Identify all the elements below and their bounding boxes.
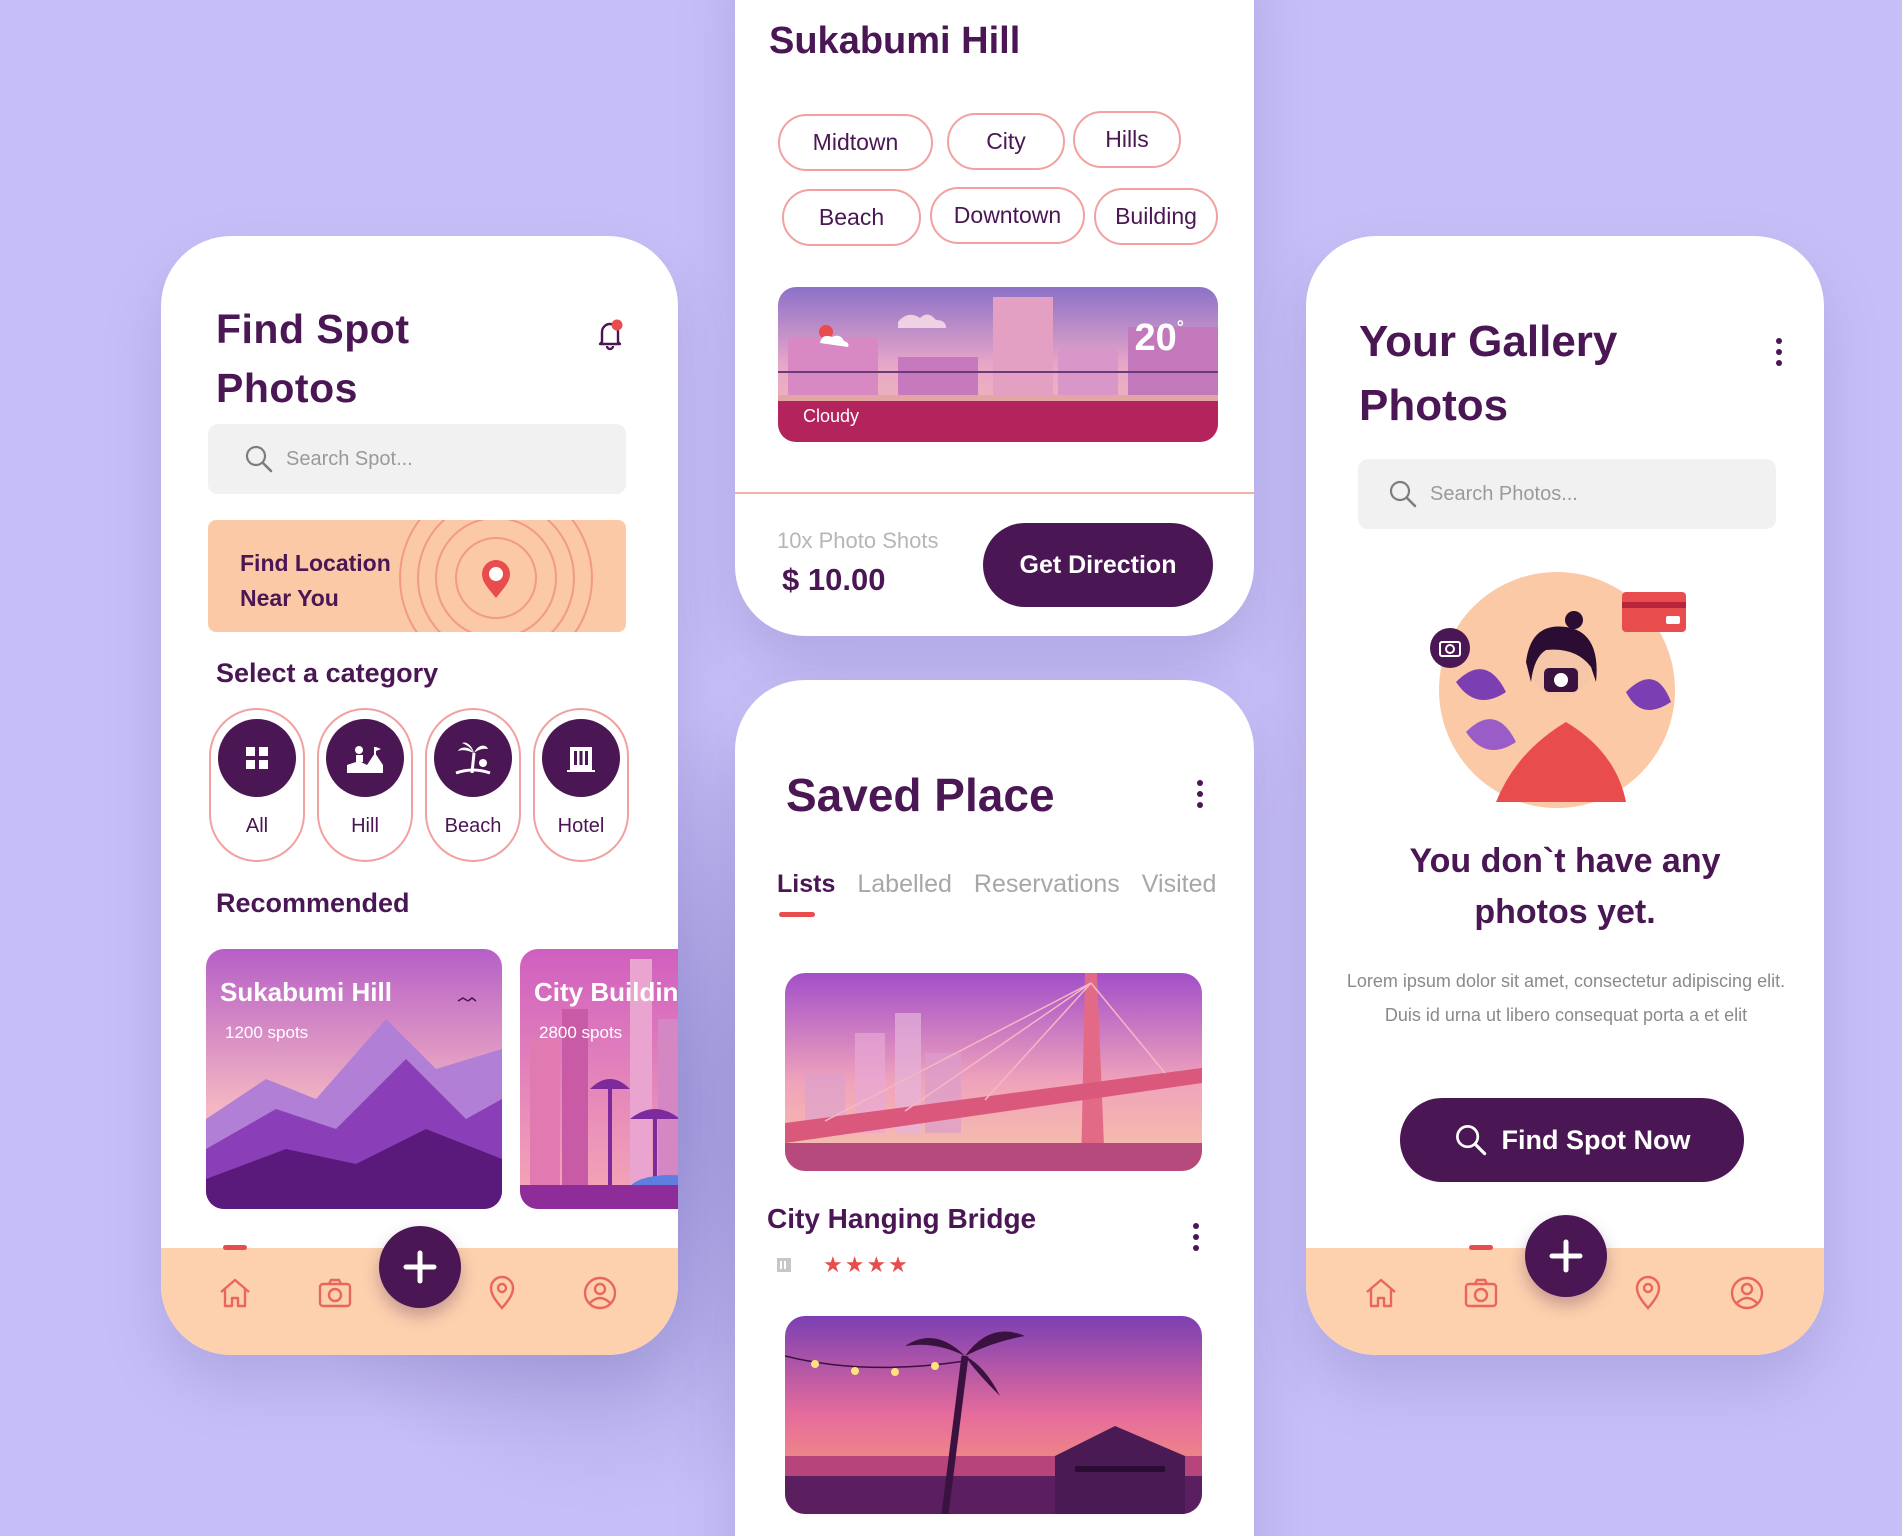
search-input[interactable]: Search Spot... [208, 424, 626, 494]
category-list: All Hill Beach Hotel [209, 708, 629, 862]
tag-chip[interactable]: Midtown [778, 114, 933, 171]
button-label: Find Spot Now [1501, 1124, 1691, 1155]
location-pin-icon[interactable] [1629, 1274, 1667, 1312]
tag-chip[interactable]: Downtown [930, 187, 1085, 244]
recommended-title: Sukabumi Hill [220, 977, 392, 1007]
category-label: Hill [351, 815, 379, 837]
hill-icon [326, 719, 404, 797]
bridge-illustration [785, 973, 1202, 1171]
tag-chip[interactable]: Beach [782, 189, 921, 246]
item-title: City Hanging Bridge [767, 1203, 1037, 1234]
title-line-2: Photos [216, 365, 358, 411]
page-title: Saved Place [786, 769, 1055, 821]
spot-detail-screen: Sukabumi Hill Midtown City Hills Beach D… [735, 0, 1254, 636]
recommended-spots: 2800 spots [539, 1023, 623, 1042]
find-location-banner[interactable]: Find Location Near You [208, 520, 626, 632]
search-placeholder: Search Photos... [1430, 482, 1578, 505]
location-pin-icon[interactable] [483, 1274, 521, 1312]
hotel-icon [542, 719, 620, 797]
empty-state-body: Lorem ipsum dolor sit amet, consectetur … [1346, 971, 1786, 1025]
weather-condition: Cloudy [803, 406, 860, 426]
page-title: Find Spot Photos [216, 300, 410, 418]
search-icon [245, 445, 273, 473]
gallery-screen: Your Gallery Photos Search Photos... You… [1306, 236, 1824, 1355]
tab-indicator [779, 912, 815, 917]
tag-chip[interactable]: Building [1094, 188, 1218, 245]
category-label: Beach [444, 815, 502, 837]
tab-lists[interactable]: Lists [777, 870, 836, 917]
title-line-1: Find Spot [216, 306, 410, 352]
tag-chip[interactable]: Hills [1073, 111, 1181, 168]
title-line-1: Your Gallery [1359, 317, 1618, 366]
search-placeholder: Search Spot... [286, 447, 413, 470]
plus-icon [403, 1250, 437, 1284]
beach-illustration [785, 1316, 1202, 1514]
category-beach[interactable]: Beach [425, 708, 521, 862]
divider [735, 492, 1254, 494]
tab-label: Lists [777, 870, 836, 898]
recommended-title: City Building [534, 977, 678, 1007]
search-icon [1455, 1125, 1486, 1156]
profile-icon[interactable] [1728, 1274, 1766, 1312]
item-more-icon[interactable] [1191, 1223, 1201, 1251]
empty-state-title: You don`t have any photos yet. [1306, 836, 1824, 938]
category-label: All [245, 815, 269, 837]
active-nav-indicator [1469, 1245, 1493, 1250]
empty-title-line-1: You don`t have any [1409, 842, 1721, 880]
bell-icon[interactable] [590, 314, 630, 354]
profile-icon[interactable] [581, 1274, 619, 1312]
photographer-illustration [1430, 572, 1686, 808]
category-hill[interactable]: Hill [317, 708, 413, 862]
active-nav-indicator [223, 1245, 247, 1250]
recommended-spots: 1200 spots [225, 1023, 309, 1042]
title-line-2: Photos [1359, 381, 1509, 430]
banner-line-1: Find Location [240, 550, 391, 576]
camera-icon[interactable] [316, 1274, 354, 1312]
saved-place-screen: Saved Place Lists Labelled Reservations … [735, 680, 1254, 1536]
palm-icon [434, 719, 512, 797]
banner-line-2: Near You [240, 585, 339, 611]
tab-labelled[interactable]: Labelled [857, 870, 952, 899]
place-title: Sukabumi Hill [769, 20, 1021, 62]
add-button[interactable] [1525, 1215, 1607, 1297]
recommended-card-city[interactable]: City Building 2800 spots [520, 949, 678, 1209]
category-all[interactable]: All [209, 708, 305, 862]
weather-card: 20° Cloudy [778, 287, 1218, 442]
banner-text: Find Location Near You [240, 546, 391, 616]
grid-icon [218, 719, 296, 797]
home-icon[interactable] [216, 1274, 254, 1312]
find-spot-now-button[interactable]: Find Spot Now [1400, 1098, 1744, 1182]
search-input[interactable]: Search Photos... [1358, 459, 1776, 529]
more-icon[interactable] [1774, 338, 1784, 366]
tab-reservations[interactable]: Reservations [974, 870, 1120, 899]
tab-visited[interactable]: Visited [1142, 870, 1217, 899]
home-icon[interactable] [1362, 1274, 1400, 1312]
temperature: 20° [1135, 317, 1184, 360]
category-hotel[interactable]: Hotel [533, 708, 629, 862]
degree-symbol: ° [1176, 317, 1184, 337]
hotel-icon [777, 1258, 791, 1272]
category-heading: Select a category [216, 658, 439, 688]
tag-chip[interactable]: City [947, 113, 1065, 170]
recommended-card-sukabumi[interactable]: Sukabumi Hill 1200 spots [206, 949, 502, 1209]
rating-stars: ★★★★ [823, 1252, 910, 1277]
search-icon [1389, 480, 1417, 508]
location-radar-icon [399, 520, 593, 632]
add-button[interactable] [379, 1226, 461, 1308]
empty-title-line-2: photos yet. [1474, 893, 1656, 931]
find-spot-screen: Find Spot Photos Search Spot... Find Loc… [161, 236, 678, 1355]
page-title: Your Gallery Photos [1359, 310, 1617, 438]
more-icon[interactable] [1195, 780, 1205, 808]
plus-icon [1549, 1239, 1583, 1273]
price-value: $ 10.00 [782, 562, 886, 597]
recommended-heading: Recommended [216, 888, 410, 918]
temperature-value: 20 [1134, 317, 1177, 359]
camera-icon[interactable] [1462, 1274, 1500, 1312]
bridge-image[interactable] [785, 973, 1202, 1171]
get-direction-button[interactable]: Get Direction [983, 523, 1213, 607]
beach-image[interactable] [785, 1316, 1202, 1514]
price-label: 10x Photo Shots [777, 528, 939, 553]
tab-bar: Lists Labelled Reservations Visited [777, 870, 1217, 917]
category-label: Hotel [557, 815, 605, 837]
